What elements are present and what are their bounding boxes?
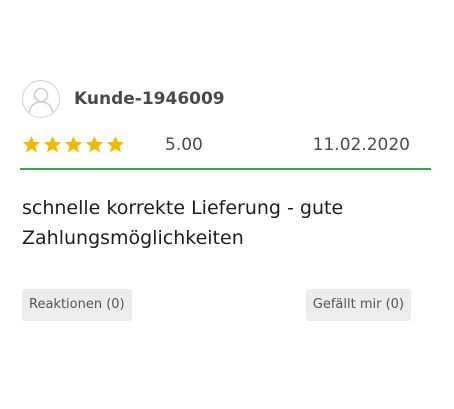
review-date: 11.02.2020 [312, 135, 410, 155]
review-card: Kunde-1946009 5.00 11.02.2020 schnelle k… [0, 0, 454, 409]
divider [20, 168, 431, 170]
star-icon [43, 135, 62, 153]
rating-value: 5.00 [165, 135, 203, 155]
star-icon [64, 135, 83, 153]
review-text: schnelle korrekte Lieferung - gute Zahlu… [22, 197, 344, 249]
reviewer-name: Kunde-1946009 [74, 89, 225, 109]
like-button[interactable]: Gefällt mir (0) [305, 289, 411, 321]
star-icon [22, 135, 41, 153]
star-icon [106, 135, 125, 153]
reactions-button[interactable]: Reaktionen (0) [22, 289, 132, 321]
user-placeholder-icon [22, 80, 60, 118]
star-icon [85, 135, 104, 153]
star-rating [22, 135, 125, 157]
